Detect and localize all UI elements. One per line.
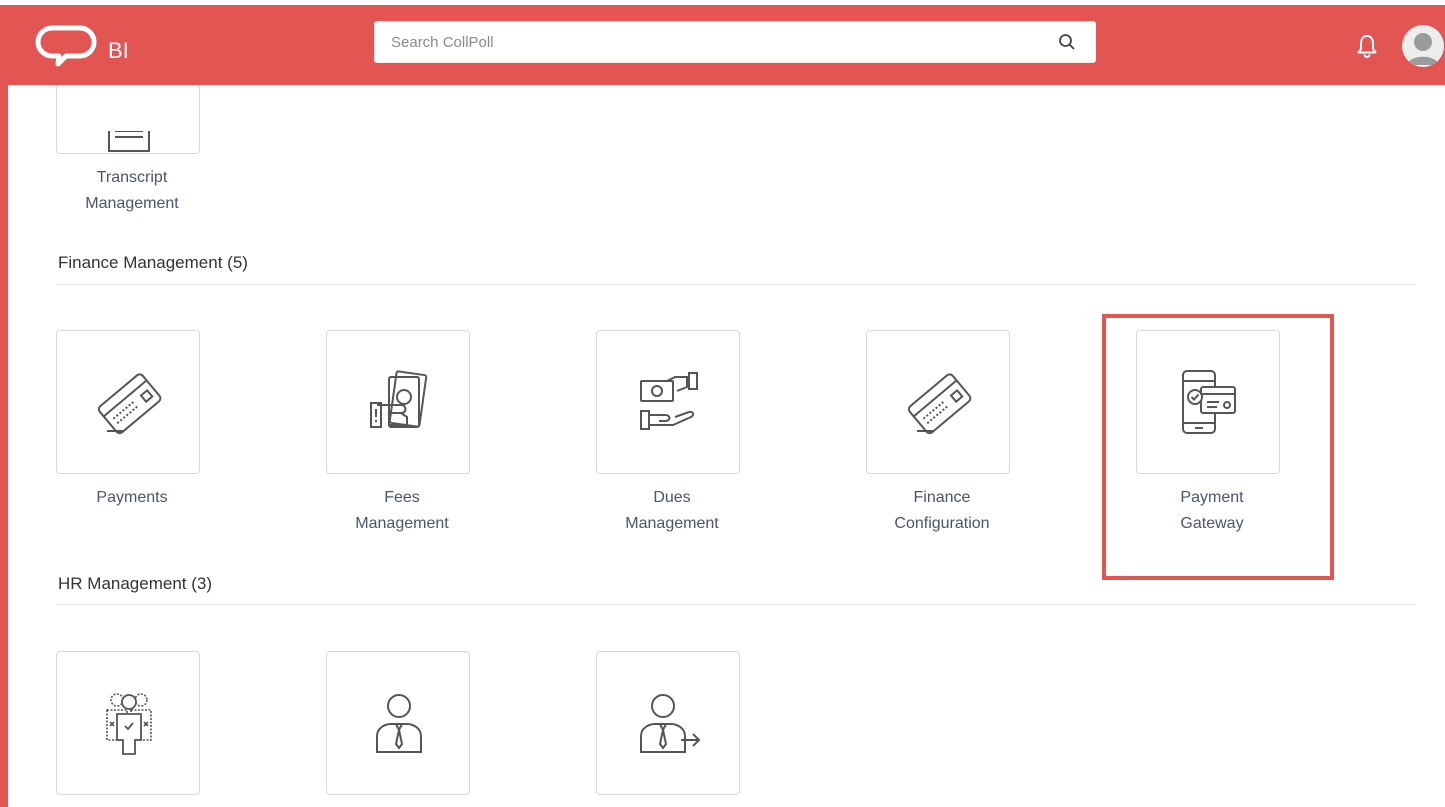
- label-line-2: Management: [85, 195, 179, 212]
- left-frame-border: [0, 85, 8, 807]
- app-tile-hr-employee-exit[interactable]: [596, 651, 740, 795]
- label-line-1: Transcript: [96, 169, 168, 186]
- app-launcher-content: Transcript Management Finance Management…: [8, 85, 1445, 807]
- user-silhouette-icon: [1402, 25, 1444, 67]
- app-tile-hr-employee[interactable]: [326, 651, 470, 795]
- finance-section-title: Finance Management (5): [58, 253, 248, 272]
- label-line-2: Management: [355, 515, 449, 532]
- search-icon[interactable]: [1057, 32, 1077, 52]
- tile-label-transcript-management[interactable]: Transcript Management: [32, 165, 232, 217]
- label-line-2: Management: [625, 515, 719, 532]
- top-navbar: BI: [0, 0, 1445, 85]
- team-icon: [106, 693, 152, 755]
- app-tile-payment-gateway[interactable]: [1136, 330, 1280, 474]
- logo-speech-bubble-icon: [35, 25, 97, 67]
- tile-label-finance-configuration[interactable]: Finance Configuration: [842, 485, 1042, 537]
- credit-card-icon: [97, 373, 162, 435]
- money-exchange-icon: [640, 372, 698, 430]
- label-line-1: Fees: [384, 489, 420, 506]
- search-input[interactable]: [375, 22, 1055, 62]
- credit-card-icon: [907, 373, 972, 435]
- label-line-1: Payments: [96, 489, 168, 506]
- user-avatar[interactable]: [1402, 25, 1444, 67]
- logo-text: BI: [108, 38, 129, 63]
- notification-bell-icon[interactable]: [1356, 33, 1378, 59]
- app-tile-hr-team[interactable]: [56, 651, 200, 795]
- label-line-1: Payment: [1180, 489, 1244, 506]
- tile-label-payments[interactable]: Payments: [32, 485, 232, 511]
- hr-section-title: HR Management (3): [58, 574, 213, 593]
- search-bar: [374, 21, 1096, 63]
- employee-icon: [376, 694, 422, 753]
- label-line-2: Gateway: [1180, 515, 1244, 532]
- app-tile-payments[interactable]: [56, 330, 200, 474]
- label-line-1: Dues: [653, 489, 691, 506]
- section-divider: [56, 284, 1416, 285]
- app-tile-transcript-management[interactable]: [56, 85, 200, 154]
- app-tile-fees-management[interactable]: [326, 330, 470, 474]
- section-divider: [56, 604, 1416, 605]
- tile-label-fees-management[interactable]: Fees Management: [302, 485, 502, 537]
- mobile-payment-icon: [1182, 370, 1236, 434]
- tile-label-dues-management[interactable]: Dues Management: [572, 485, 772, 537]
- app-tile-dues-management[interactable]: [596, 330, 740, 474]
- label-line-2: Configuration: [894, 515, 990, 532]
- app-tile-finance-configuration[interactable]: [866, 330, 1010, 474]
- tile-label-payment-gateway[interactable]: Payment Gateway: [1112, 485, 1312, 537]
- collpoll-logo[interactable]: BI: [32, 23, 129, 71]
- employee-exit-icon: [640, 694, 701, 753]
- cash-hand-icon: [370, 370, 428, 428]
- label-line-1: Finance: [913, 489, 971, 506]
